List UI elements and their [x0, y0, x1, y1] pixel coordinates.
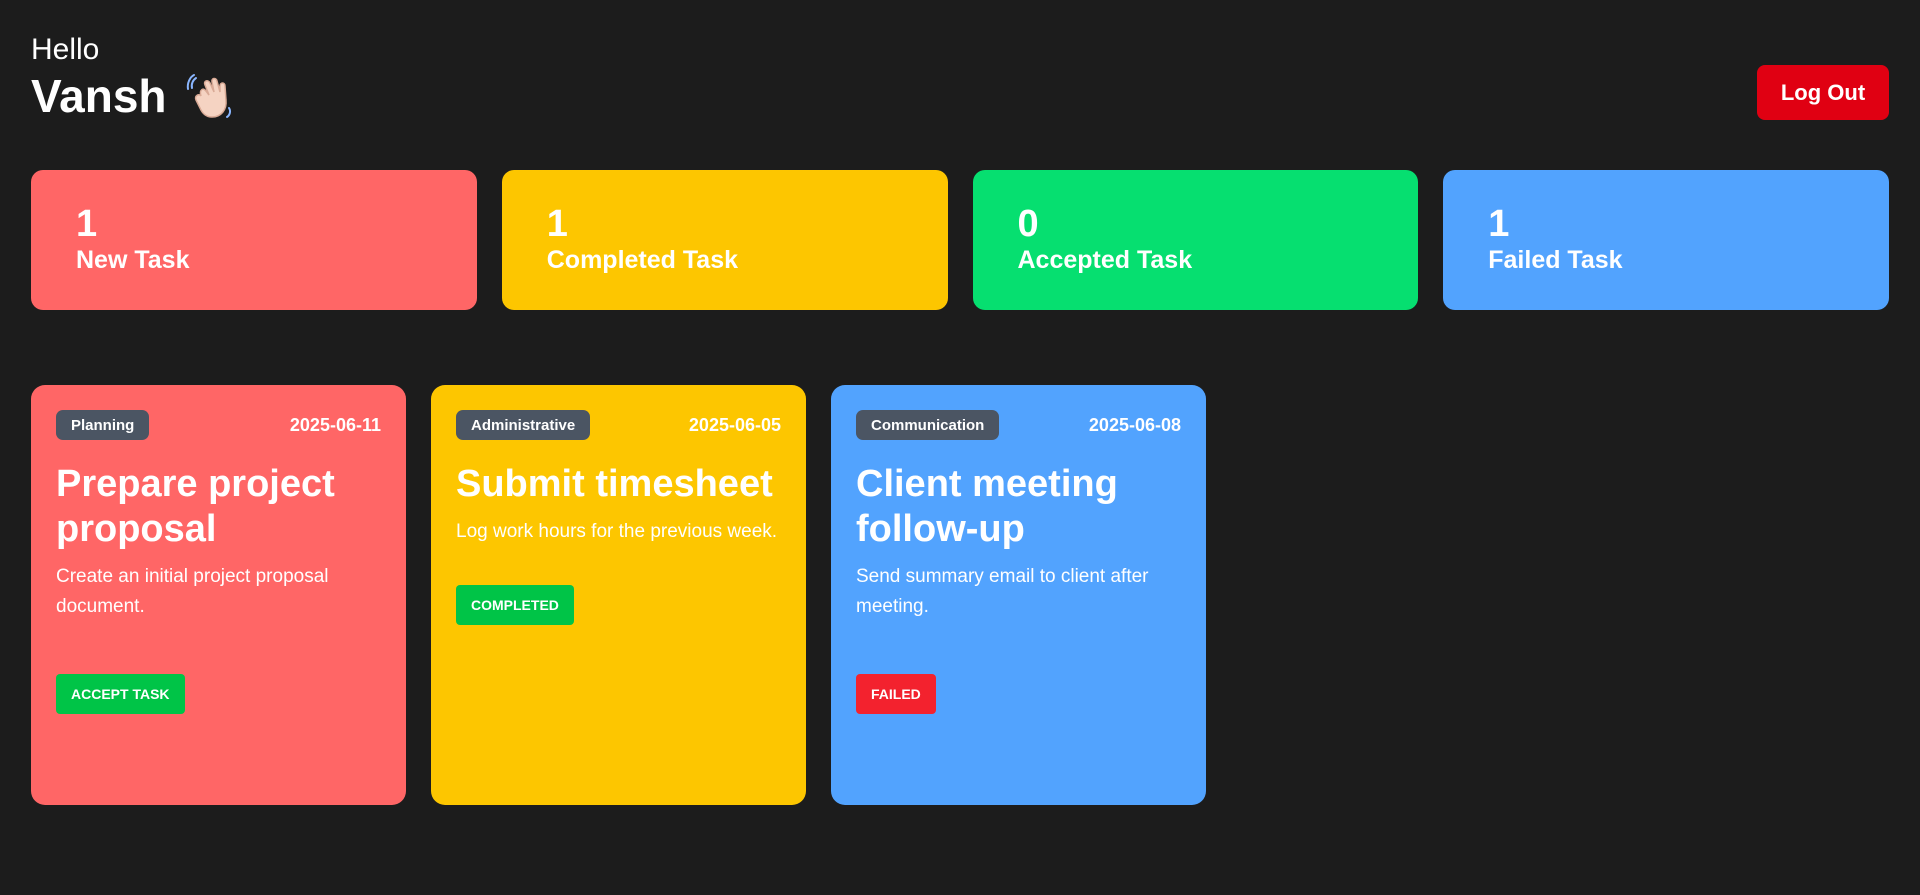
stat-label: Completed Task [546, 246, 738, 274]
failed-status-button[interactable]: FAILED [856, 674, 936, 714]
stat-label: Accepted Task [1017, 246, 1193, 274]
stat-count: 1 [76, 203, 98, 245]
stat-card-new: 1 New Task [31, 170, 477, 310]
greeting-hello: Hello [31, 33, 100, 66]
stat-count: 1 [1488, 203, 1510, 245]
task-title: Client meeting follow-up [856, 463, 1118, 550]
stat-card-failed: 1 Failed Task [1443, 170, 1889, 310]
header: Hello Vansh Log Out [31, 30, 1889, 122]
task-card-header: Planning 2025-06-11 [56, 410, 381, 440]
task-card: Planning 2025-06-11 Prepare project prop… [31, 385, 406, 805]
greeting-name-row: Vansh [31, 70, 237, 122]
stat-card-accepted: 0 Accepted Task [972, 170, 1419, 310]
task-title: Prepare project proposal [56, 463, 335, 550]
task-list: Planning 2025-06-11 Prepare project prop… [31, 385, 1889, 805]
stat-count: 0 [1017, 203, 1039, 245]
task-description: Log work hours for the previous week. [456, 521, 778, 542]
stat-count: 1 [546, 203, 568, 245]
category-badge: Administrative [456, 410, 591, 440]
task-date: 2025-06-11 [289, 414, 381, 435]
stat-label: New Task [76, 246, 190, 274]
task-title: Submit timesheet [456, 463, 773, 505]
greeting: Hello Vansh [31, 30, 237, 122]
task-date: 2025-06-05 [688, 414, 781, 435]
user-name: Vansh [31, 70, 167, 122]
stats-row: 1 New Task 1 Completed Task 0 Accepted T… [31, 170, 1889, 310]
accept-task-button[interactable]: ACCEPT TASK [56, 674, 185, 714]
stat-card-completed: 1 Completed Task [501, 170, 948, 310]
category-badge: Planning [56, 410, 150, 440]
category-badge: Communication [856, 410, 1000, 440]
stat-label: Failed Task [1488, 246, 1623, 274]
task-card: Administrative 2025-06-05 Submit timeshe… [431, 385, 806, 805]
logout-button[interactable]: Log Out [1757, 65, 1889, 120]
task-card-header: Communication 2025-06-08 [856, 410, 1181, 440]
task-card: Communication 2025-06-08 Client meeting … [831, 385, 1206, 805]
task-date: 2025-06-08 [1088, 414, 1181, 435]
task-description: Send summary email to client after meeti… [856, 566, 1149, 617]
task-card-header: Administrative 2025-06-05 [456, 410, 781, 440]
dashboard-page: Hello Vansh Log Out 1 New Task 1 Complet… [0, 0, 1920, 895]
waving-hand-icon [185, 70, 237, 122]
completed-status-button[interactable]: COMPLETED [456, 585, 574, 625]
task-description: Create an initial project proposal docum… [56, 566, 329, 617]
